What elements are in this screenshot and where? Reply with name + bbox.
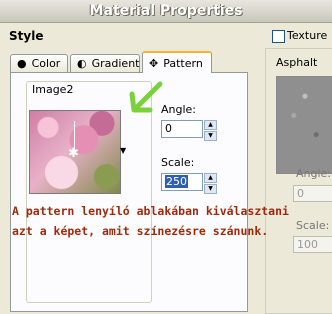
- arrow-icon: [129, 81, 163, 113]
- title-bar: Material Properties: [0, 0, 332, 23]
- angle-input[interactable]: 0: [161, 120, 203, 138]
- annotation-text: A pattern lenyíló ablakában kiválasztani…: [12, 201, 330, 241]
- texture-angle-value: 0: [297, 187, 304, 200]
- window-title: Material Properties: [89, 3, 243, 19]
- sparkle-icon: ✱: [68, 146, 79, 161]
- pattern-grid-icon: ✥: [149, 56, 159, 70]
- texture-checkbox[interactable]: [272, 30, 285, 43]
- texture-label: Texture: [287, 29, 328, 42]
- scale-spinner[interactable]: ▲ ▼: [204, 173, 217, 194]
- spin-down-icon[interactable]: ▼: [204, 184, 217, 194]
- texture-name: Asphalt: [276, 56, 318, 69]
- texture-angle-input[interactable]: 0: [293, 185, 332, 202]
- spin-up-icon[interactable]: ▲: [204, 120, 217, 130]
- spin-down-icon[interactable]: ▼: [204, 131, 217, 141]
- tab-color-label: Color: [31, 57, 61, 70]
- style-section-label: Style: [9, 29, 44, 43]
- half-circle-icon: ◐: [77, 57, 87, 70]
- texture-angle-label: Angle:: [296, 167, 332, 180]
- annotation-line-2: azt a képet, amit színezésre szánunk.: [12, 224, 269, 238]
- filled-circle-icon: ●: [17, 57, 27, 70]
- spin-up-icon[interactable]: ▲: [204, 173, 217, 183]
- tab-gradient-label: Gradient: [91, 57, 140, 70]
- angle-value: 0: [165, 122, 172, 135]
- tab-pattern[interactable]: ✥ Pattern: [142, 51, 212, 73]
- scale-label: Scale:: [161, 156, 195, 169]
- tab-pattern-label: Pattern: [163, 56, 203, 70]
- angle-label: Angle:: [161, 103, 197, 116]
- tab-gradient[interactable]: ◐ Gradient: [70, 54, 140, 72]
- angle-spinner[interactable]: ▲ ▼: [204, 120, 217, 141]
- chevron-down-icon[interactable]: ▼: [120, 146, 126, 155]
- pattern-thumbnail[interactable]: ✱: [29, 110, 121, 194]
- pattern-image-name: Image2: [30, 83, 76, 96]
- texture-swatch[interactable]: [276, 76, 332, 174]
- annotation-line-1: A pattern lenyíló ablakában kiválasztani: [12, 204, 289, 218]
- tab-color[interactable]: ● Color: [10, 54, 68, 72]
- scale-input[interactable]: 250: [161, 173, 203, 191]
- scale-value: 250: [165, 175, 188, 188]
